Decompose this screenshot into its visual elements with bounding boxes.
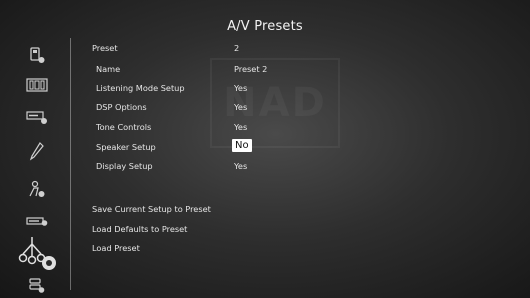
display-setup-value[interactable]: Yes [234, 161, 247, 171]
listening-mode-setup-value[interactable]: Yes [234, 83, 247, 93]
tone-controls-value[interactable]: Yes [234, 122, 247, 132]
speaker-setup-label: Speaker Setup [96, 142, 156, 152]
load-defaults-button[interactable]: Load Defaults to Preset [92, 224, 187, 234]
av-presets-icon[interactable] [16, 234, 60, 274]
listening-mode-icon[interactable] [22, 178, 52, 200]
listening-mode-setup-label: Listening Mode Setup [96, 83, 185, 93]
system-icon[interactable] [22, 274, 52, 296]
display-setup-label: Display Setup [96, 161, 153, 171]
speaker-setup-icon[interactable] [22, 74, 52, 96]
speaker-setup-value[interactable]: No [232, 139, 252, 152]
tone-controls-label: Tone Controls [96, 122, 152, 132]
name-label: Name [96, 64, 121, 74]
load-preset-button[interactable]: Load Preset [92, 243, 140, 253]
preset-value[interactable]: 2 [234, 43, 239, 53]
display-setup-icon[interactable] [22, 106, 52, 128]
save-current-setup-button[interactable]: Save Current Setup to Preset [92, 204, 211, 214]
preset-label: Preset [92, 43, 118, 53]
source-setup-icon[interactable] [22, 44, 52, 66]
nad-logo-watermark: NAD [210, 58, 340, 148]
sidebar-divider [70, 38, 71, 290]
dsp-options-value[interactable]: Yes [234, 102, 247, 112]
name-value[interactable]: Preset 2 [234, 64, 267, 74]
dsp-options-label: DSP Options [96, 102, 147, 112]
audio-tweak-icon[interactable] [22, 140, 52, 162]
page-title: A/V Presets [227, 19, 303, 34]
av-presets-screen: NAD A/V Presets Preset 2 Name Preset 2 [0, 0, 530, 298]
amplifier-icon[interactable] [22, 210, 52, 232]
sidebar [0, 36, 70, 298]
